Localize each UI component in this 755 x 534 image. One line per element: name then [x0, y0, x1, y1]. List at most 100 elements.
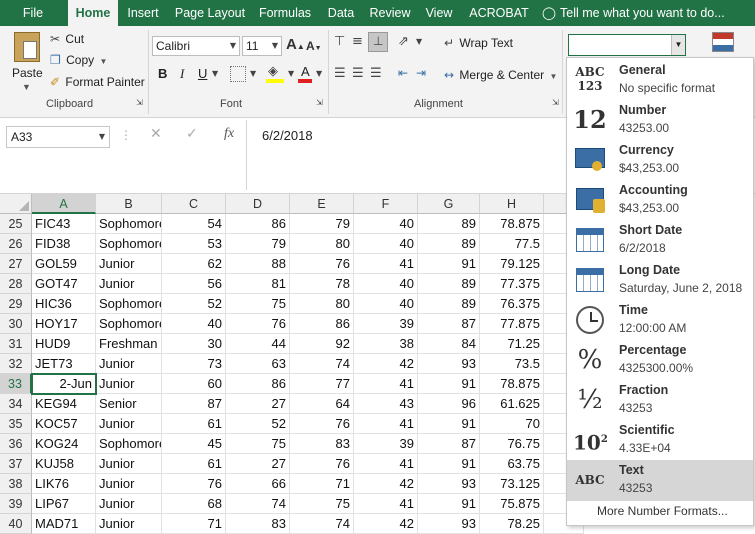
grid-cell[interactable]: MAD71 — [32, 514, 96, 534]
grid-cell[interactable]: 75 — [226, 294, 290, 314]
grid-cell[interactable]: HOY17 — [32, 314, 96, 334]
grid-cell[interactable]: 71.25 — [480, 334, 544, 354]
formula-input[interactable]: 6/2/2018 — [262, 128, 313, 143]
paste-button[interactable]: Paste ▼ — [8, 30, 48, 96]
grid-cell[interactable]: 75 — [290, 494, 354, 514]
column-header[interactable]: A — [32, 194, 96, 214]
name-box[interactable]: A33 ▼ — [6, 126, 110, 148]
grid-cell[interactable]: 60 — [162, 374, 226, 394]
grid-cell[interactable]: KOG24 — [32, 434, 96, 454]
grid-cell[interactable]: 78.875 — [480, 374, 544, 394]
grid-cell[interactable]: 73 — [162, 354, 226, 374]
grid-cell[interactable]: 93 — [418, 474, 480, 494]
copy-button[interactable]: ❐ Copy ▼ — [50, 51, 107, 69]
cancel-icon[interactable]: ✕ — [150, 126, 162, 142]
grid-cell[interactable]: Sophomore — [96, 214, 162, 234]
row-header[interactable]: 29 — [0, 294, 32, 314]
tab-page-layout[interactable]: Page Layout — [170, 0, 250, 26]
grid-cell[interactable]: 93 — [418, 354, 480, 374]
tell-me-search[interactable]: Tell me what you want to do... — [560, 0, 740, 26]
grid-cell[interactable]: 74 — [226, 494, 290, 514]
grid-cell[interactable]: 63 — [226, 354, 290, 374]
grid-cell[interactable]: 61 — [162, 414, 226, 434]
grid-cell[interactable]: 42 — [354, 474, 418, 494]
grid-cell[interactable]: 64 — [290, 394, 354, 414]
conditional-formatting-icon[interactable] — [710, 30, 738, 56]
grid-cell[interactable]: 61 — [162, 454, 226, 474]
grid-cell[interactable]: Junior — [96, 454, 162, 474]
grid-cell[interactable]: 77.5 — [480, 234, 544, 254]
grid-cell[interactable]: 41 — [354, 454, 418, 474]
row-header[interactable]: 34 — [0, 394, 32, 414]
grid-cell[interactable]: 91 — [418, 254, 480, 274]
grid-cell[interactable]: 42 — [354, 354, 418, 374]
grid-cell[interactable]: Sophomore — [96, 294, 162, 314]
grid-cell[interactable]: 87 — [418, 434, 480, 454]
grid-cell[interactable]: KOC57 — [32, 414, 96, 434]
grid-cell[interactable]: 78.25 — [480, 514, 544, 534]
grid-cell[interactable]: 40 — [354, 294, 418, 314]
grid-cell[interactable]: HIC36 — [32, 294, 96, 314]
chevron-down-icon[interactable]: ▼ — [416, 37, 422, 46]
grid-cell[interactable]: 27 — [226, 394, 290, 414]
grid-cell[interactable]: 40 — [162, 314, 226, 334]
row-header[interactable]: 32 — [0, 354, 32, 374]
tab-file[interactable]: File — [10, 0, 56, 26]
row-header[interactable]: 33 — [0, 374, 32, 394]
format-painter-button[interactable]: ✐ Format Painter — [50, 73, 145, 91]
grid-cell[interactable]: 74 — [290, 354, 354, 374]
chevron-down-icon[interactable]: ▼ — [250, 69, 256, 78]
grid-cell[interactable]: 76 — [226, 314, 290, 334]
row-header[interactable]: 40 — [0, 514, 32, 534]
enter-check-icon[interactable]: ✓ — [186, 126, 198, 142]
grid-cell[interactable]: 38 — [354, 334, 418, 354]
number-format-option-number[interactable]: 12 Number 43253.00 — [567, 100, 753, 140]
column-header[interactable]: H — [480, 194, 544, 214]
grid-cell[interactable]: 53 — [162, 234, 226, 254]
grid-cell[interactable]: 40 — [354, 274, 418, 294]
row-header[interactable]: 25 — [0, 214, 32, 234]
align-right-icon[interactable]: ☰ — [370, 66, 382, 81]
grid-cell[interactable]: Junior — [96, 514, 162, 534]
grid-cell[interactable]: 89 — [418, 214, 480, 234]
grid-cell[interactable]: 40 — [354, 234, 418, 254]
grid-cell[interactable]: 41 — [354, 374, 418, 394]
row-header[interactable]: 31 — [0, 334, 32, 354]
grid-cell[interactable]: 63.75 — [480, 454, 544, 474]
grid-cell[interactable]: Freshman — [96, 334, 162, 354]
grid-cell[interactable]: 61.625 — [480, 394, 544, 414]
grid-cell[interactable]: Junior — [96, 274, 162, 294]
grid-cell[interactable]: 96 — [418, 394, 480, 414]
grid-cell[interactable]: 80 — [290, 294, 354, 314]
grid-cell[interactable]: 92 — [290, 334, 354, 354]
align-top-icon[interactable]: ⊤ — [334, 34, 345, 49]
number-format-select[interactable]: ▼ — [568, 34, 686, 56]
grid-cell[interactable]: 80 — [290, 234, 354, 254]
grid-cell[interactable]: FID38 — [32, 234, 96, 254]
align-center-icon[interactable]: ☰ — [352, 66, 364, 81]
number-format-option-accounting[interactable]: Accounting $43,253.00 — [567, 180, 753, 220]
italic-button[interactable]: I — [180, 66, 184, 82]
grid-cell[interactable]: 86 — [226, 374, 290, 394]
grid-cell[interactable]: 87 — [162, 394, 226, 414]
cut-button[interactable]: ✂ Cut — [50, 30, 84, 48]
grid-cell[interactable]: 86 — [226, 214, 290, 234]
grid-cell[interactable]: 76.375 — [480, 294, 544, 314]
row-header[interactable]: 36 — [0, 434, 32, 454]
grid-cell[interactable]: 41 — [354, 254, 418, 274]
grid-cell[interactable]: Junior — [96, 374, 162, 394]
grid-cell[interactable]: 76 — [162, 474, 226, 494]
row-header[interactable]: 39 — [0, 494, 32, 514]
grid-cell[interactable]: 76 — [290, 454, 354, 474]
grid-cell[interactable]: LIP67 — [32, 494, 96, 514]
grid-cell[interactable]: 91 — [418, 494, 480, 514]
column-header[interactable]: G — [418, 194, 480, 214]
grid-cell[interactable]: 83 — [226, 514, 290, 534]
orientation-icon[interactable]: ⇗ — [398, 34, 409, 49]
grid-cell[interactable]: Sophomore — [96, 234, 162, 254]
tab-formulas[interactable]: Formulas — [254, 0, 316, 26]
grid-cell[interactable]: 43 — [354, 394, 418, 414]
grid-cell[interactable]: KUJ58 — [32, 454, 96, 474]
grid-cell[interactable]: 75 — [226, 434, 290, 454]
grid-cell[interactable]: GOT47 — [32, 274, 96, 294]
